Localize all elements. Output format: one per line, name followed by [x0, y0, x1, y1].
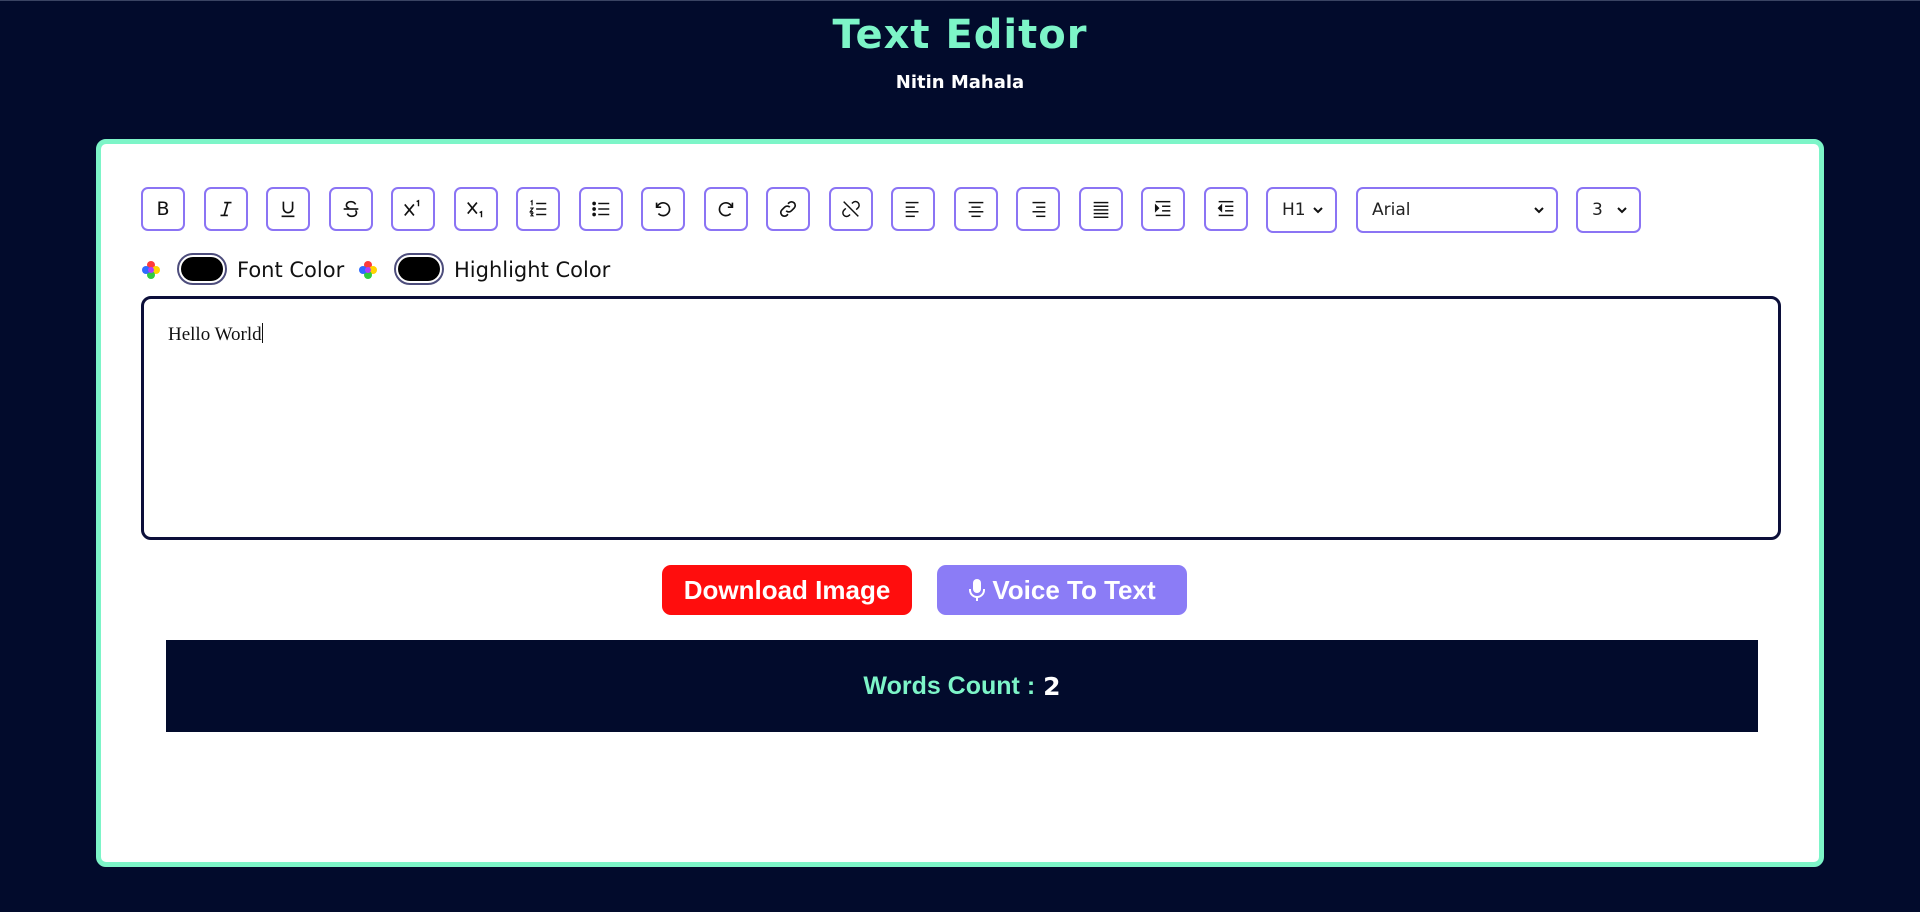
underline-icon — [281, 201, 295, 218]
chevron-down-icon — [1313, 207, 1323, 214]
redo-icon — [718, 201, 734, 217]
indent-button[interactable] — [1141, 187, 1185, 231]
ordered-list-button[interactable] — [516, 187, 560, 231]
undo-button[interactable] — [641, 187, 685, 231]
subscript-button[interactable] — [454, 187, 498, 231]
align-center-button[interactable] — [954, 187, 998, 231]
word-count-label: Words Count : — [863, 671, 1036, 700]
italic-button[interactable] — [204, 187, 248, 231]
unordered-list-button[interactable] — [579, 187, 623, 231]
heading-select-value: H1 — [1282, 200, 1306, 220]
editor-content: Hello World — [168, 324, 262, 345]
align-justify-icon — [1093, 201, 1109, 218]
download-image-label: Download Image — [683, 574, 891, 605]
word-count-bar: Words Count : 2 — [166, 640, 1758, 732]
align-left-button[interactable] — [891, 187, 935, 231]
editor-textarea[interactable]: Hello World — [141, 296, 1781, 540]
heading-select[interactable]: H1 — [1266, 187, 1337, 233]
author-name: Nitin Mahala — [895, 72, 1025, 93]
bold-button[interactable]: B — [141, 187, 185, 231]
text-caret — [261, 323, 263, 343]
unordered-list-icon — [592, 201, 610, 217]
align-left-icon — [905, 201, 919, 218]
link-icon — [779, 200, 797, 218]
color-controls: Font Color Highlight Color — [141, 249, 741, 289]
superscript-button[interactable] — [391, 187, 435, 231]
strikethrough-icon — [343, 200, 359, 218]
font-family-select[interactable]: Arial — [1356, 187, 1558, 233]
voice-to-text-label: Voice To Text — [992, 574, 1156, 605]
highlight-color-label: Highlight Color — [454, 258, 611, 282]
chevron-down-icon — [1534, 207, 1544, 214]
bold-icon: B — [156, 198, 170, 220]
underline-button[interactable] — [266, 187, 310, 231]
color-palette-icon — [142, 261, 160, 279]
chevron-down-icon — [1617, 207, 1627, 214]
align-right-button[interactable] — [1016, 187, 1060, 231]
font-color-label: Font Color — [237, 258, 345, 282]
microphone-icon — [969, 579, 986, 601]
top-border — [0, 0, 1920, 1]
align-justify-button[interactable] — [1079, 187, 1123, 231]
align-center-icon — [968, 201, 984, 218]
superscript-icon — [404, 199, 420, 216]
editor-card: B H1 Arial 3 Font Color Highlight Color … — [96, 139, 1824, 867]
italic-icon — [220, 201, 232, 217]
indent-icon — [1154, 200, 1171, 217]
word-count-value: 2 — [1043, 671, 1061, 701]
unlink-button[interactable] — [829, 187, 873, 231]
strikethrough-button[interactable] — [329, 187, 373, 231]
font-color-picker[interactable] — [177, 253, 227, 285]
undo-icon — [655, 201, 671, 217]
link-button[interactable] — [766, 187, 810, 231]
ordered-list-icon — [529, 199, 547, 217]
font-family-select-value: Arial — [1372, 200, 1411, 220]
align-right-icon — [1032, 201, 1046, 218]
redo-button[interactable] — [704, 187, 748, 231]
font-size-select[interactable]: 3 — [1576, 187, 1641, 233]
page-title: Text Editor — [832, 12, 1088, 58]
download-image-button[interactable]: Download Image — [662, 565, 912, 615]
highlight-color-picker[interactable] — [394, 253, 444, 285]
voice-to-text-button[interactable]: Voice To Text — [937, 565, 1187, 615]
unlink-icon — [842, 200, 860, 218]
subscript-icon — [467, 202, 483, 218]
color-palette-icon — [359, 261, 377, 279]
outdent-icon — [1217, 200, 1234, 217]
font-size-select-value: 3 — [1592, 200, 1603, 220]
outdent-button[interactable] — [1204, 187, 1248, 231]
